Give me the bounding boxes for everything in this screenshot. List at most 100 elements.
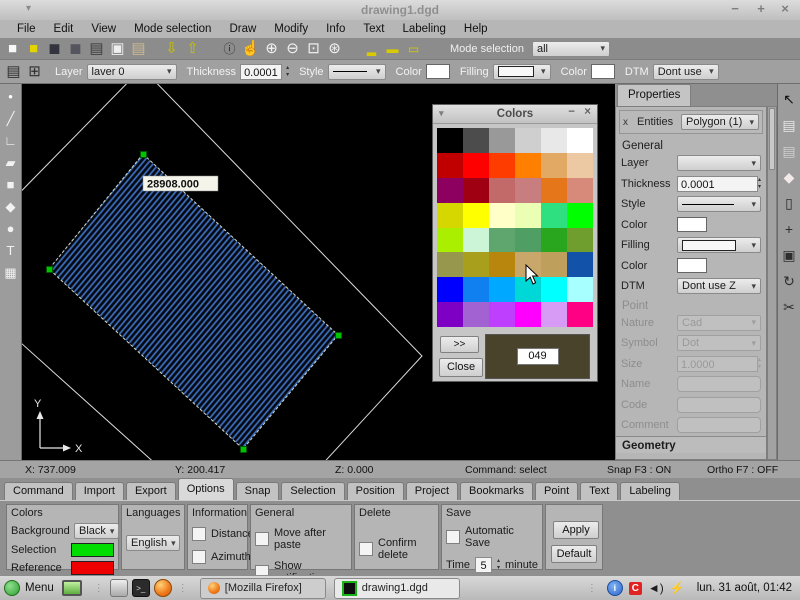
window-shade-icon[interactable]: ▾ (439, 108, 444, 119)
thickness-input[interactable]: 0.0001 (677, 176, 758, 192)
more-colors-button[interactable]: >> (440, 336, 479, 353)
color-cell[interactable] (489, 203, 515, 228)
maximize-button[interactable]: + (752, 2, 770, 17)
menu-item[interactable]: Help (455, 23, 497, 35)
menu-item[interactable]: Edit (45, 23, 83, 35)
layers-icon[interactable]: ▤ (779, 112, 799, 138)
color-cell[interactable] (515, 153, 541, 178)
fill-color-swatch[interactable] (677, 258, 707, 273)
time-spinner[interactable]: ▴▾ (497, 557, 500, 573)
color-cell[interactable] (567, 178, 593, 203)
menu-button[interactable]: Menu (25, 582, 54, 594)
color-cell[interactable] (515, 203, 541, 228)
menu-item[interactable]: Mode selection (125, 23, 220, 35)
color-cell[interactable] (489, 252, 515, 277)
color-cell[interactable] (437, 277, 463, 302)
zoom-extents-icon[interactable]: ⊛ (324, 39, 345, 59)
paste-icon[interactable]: ▤ (128, 39, 149, 59)
bottom-tab[interactable]: Project (406, 482, 458, 500)
menu-item[interactable]: View (82, 23, 125, 35)
background-dropdown[interactable]: Black ▾ (74, 523, 119, 539)
minimize-button[interactable]: − (568, 106, 575, 118)
color-cell[interactable] (463, 203, 489, 228)
color-cell[interactable] (463, 277, 489, 302)
color-cell[interactable] (463, 178, 489, 203)
import-arrow-icon[interactable]: ⇩ (161, 39, 182, 59)
thickness-spinner[interactable]: ▴▾ (758, 176, 761, 192)
color-cell[interactable] (437, 128, 463, 153)
color-cell[interactable] (541, 178, 567, 203)
reference-color-swatch[interactable] (71, 561, 114, 575)
new-file-icon[interactable]: ■ (2, 39, 23, 59)
terminal-icon[interactable]: >_ (132, 579, 150, 597)
scrollbar-thumb[interactable] (769, 108, 775, 170)
color-cell[interactable] (437, 178, 463, 203)
clock[interactable]: lun. 31 août, 01:42 (697, 582, 792, 594)
selected-polygon[interactable] (49, 154, 338, 449)
layers-all-icon[interactable]: ▤ (779, 138, 799, 164)
color-cell[interactable] (567, 153, 593, 178)
print-icon[interactable]: ▤ (86, 39, 107, 59)
copy-icon[interactable]: ▣ (107, 39, 128, 59)
color-cell[interactable] (567, 277, 593, 302)
scale-icon[interactable]: ▣ (779, 242, 799, 268)
image-tool-icon[interactable]: ▦ (1, 262, 21, 284)
volume-icon[interactable]: ◄) (648, 581, 664, 595)
dtm-dropdown[interactable]: Dont use ▾ (653, 64, 719, 80)
color-cell[interactable] (541, 277, 567, 302)
status-snap[interactable]: Snap F3 : ON (607, 464, 671, 476)
bottom-tab[interactable]: Bookmarks (460, 482, 533, 500)
properties-scrollbar[interactable] (767, 106, 777, 460)
network-icon[interactable]: ⚡ (670, 581, 685, 595)
bottom-tab[interactable]: Selection (281, 482, 344, 500)
save-as-icon[interactable]: ◼ (65, 39, 86, 59)
confirm-delete-checkbox[interactable] (359, 542, 373, 556)
color-cell[interactable] (463, 153, 489, 178)
color-number-input[interactable]: 049 (517, 348, 559, 365)
color-cell[interactable] (489, 228, 515, 253)
colors-dialog-titlebar[interactable]: ▾ Colors − × (433, 105, 597, 124)
zoom-out-icon[interactable]: ⊖ (282, 39, 303, 59)
bottom-tab[interactable]: Export (126, 482, 176, 500)
minimize-button[interactable]: − (726, 2, 744, 17)
close-button[interactable]: Close (439, 358, 483, 377)
selection-color-swatch[interactable] (71, 543, 114, 557)
color-cell[interactable] (567, 203, 593, 228)
polyline-tool-icon[interactable]: ∟ (1, 130, 21, 152)
line-style-dropdown[interactable]: ▾ (328, 64, 386, 80)
entities-close-button[interactable]: x (623, 117, 637, 128)
text-tool-icon[interactable]: T (1, 240, 21, 262)
menu-item[interactable]: Draw (220, 23, 265, 35)
color-cell[interactable] (437, 252, 463, 277)
rectangle-tool-icon[interactable]: ■ (1, 174, 21, 196)
color-cell[interactable] (463, 252, 489, 277)
color-cell[interactable] (437, 302, 463, 327)
filling-dropdown[interactable]: ▾ (493, 64, 551, 80)
close-icon[interactable]: × (584, 106, 591, 118)
firefox-icon[interactable] (154, 579, 172, 597)
firefox-task-button[interactable]: [Mozilla Firefox] (200, 578, 326, 599)
color-cell[interactable] (437, 228, 463, 253)
point-tool-icon[interactable]: • (1, 86, 21, 108)
info-icon[interactable]: ⓘ (219, 39, 240, 59)
color-cell[interactable] (541, 302, 567, 327)
style-dropdown[interactable]: ▾ (677, 196, 761, 212)
measure-line-icon[interactable]: ▬ (382, 39, 403, 59)
automatic-save-checkbox[interactable] (446, 530, 460, 544)
menu-item[interactable]: File (8, 23, 45, 35)
apply-button[interactable]: Apply (553, 521, 599, 539)
menu-item[interactable]: Labeling (393, 23, 454, 35)
layer-dropdown[interactable]: laver 0 ▾ (87, 64, 177, 80)
language-dropdown[interactable]: English ▾ (126, 535, 180, 551)
menu-item[interactable]: Text (354, 23, 393, 35)
tab-properties[interactable]: Properties (617, 84, 691, 106)
menu-icon[interactable] (4, 580, 20, 596)
polygon-tool-icon[interactable]: ▰ (1, 152, 21, 174)
color-cell[interactable] (541, 228, 567, 253)
color-cell[interactable] (541, 252, 567, 277)
color-cell[interactable] (489, 302, 515, 327)
color-cell[interactable] (515, 228, 541, 253)
select-cursor-icon[interactable]: ↖ (779, 86, 799, 112)
color-cell[interactable] (489, 153, 515, 178)
trash-icon[interactable]: ▯ (779, 190, 799, 216)
